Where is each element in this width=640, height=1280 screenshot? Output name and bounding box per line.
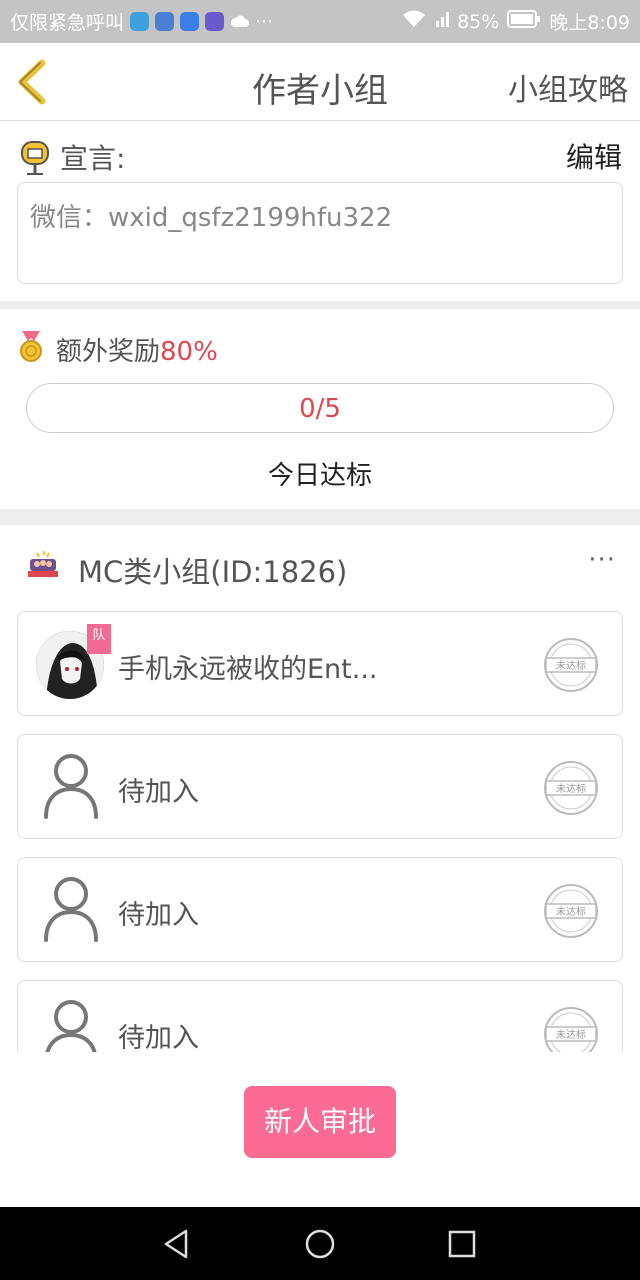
section-divider <box>0 301 640 309</box>
not-qualified-stamp-icon: 未达标 <box>542 636 600 694</box>
shield-icon <box>130 12 150 31</box>
reward-label: 额外奖励80% <box>56 331 218 368</box>
chat-app-icon <box>205 12 225 31</box>
group-guide-link[interactable]: 小组攻略 <box>508 65 628 109</box>
status-bar: 仅限紧急呼叫 ··· 85% 晚上8:09 <box>0 0 640 43</box>
team-icon <box>26 550 60 579</box>
user-placeholder-icon <box>42 999 100 1052</box>
progress-text: 0/5 <box>299 394 341 424</box>
user-placeholder-icon <box>42 753 100 819</box>
back-nav-icon[interactable] <box>160 1227 194 1261</box>
member-card[interactable]: 队 手机永远被收的Ent... 未达标 <box>17 611 623 716</box>
cloud-icon <box>230 12 250 31</box>
captain-badge: 队 <box>87 624 111 654</box>
declaration-label: 宣言: <box>60 142 126 175</box>
group-header: MC类小组(ID:1826) ··· <box>0 525 640 605</box>
section-divider <box>0 509 640 525</box>
reward-progress-bar: 0/5 <box>26 383 614 433</box>
system-nav-bar <box>0 1207 640 1280</box>
no-signal-icon <box>435 9 450 34</box>
stamp-label: 未达标 <box>556 660 586 672</box>
today-target-label: 今日达标 <box>267 461 372 491</box>
battery-percent: 85% <box>457 10 500 33</box>
status-right: 85% 晚上8:09 <box>401 8 630 35</box>
member-card[interactable]: 待加入 未达标 <box>17 734 623 839</box>
carrier-text: 仅限紧急呼叫 <box>10 12 125 34</box>
signal-app-icon <box>155 12 175 31</box>
battery-icon <box>507 10 541 33</box>
declaration-section: 宣言: 编辑 微信：wxid_qsfz2199hfu322 <box>0 122 640 302</box>
member-card[interactable]: 待加入 未达标 <box>17 857 623 962</box>
reward-label-text: 额外奖励 <box>56 337 161 367</box>
not-qualified-stamp-icon: 未达标 <box>542 759 600 817</box>
user-placeholder-icon <box>42 876 100 942</box>
status-left: 仅限紧急呼叫 ··· <box>10 8 273 35</box>
new-member-approval-button[interactable]: 新人审批 <box>244 1086 396 1158</box>
stamp-label: 未达标 <box>556 1029 586 1041</box>
app-header: 作者小组 小组攻略 <box>0 43 640 121</box>
member-name: 待加入 <box>118 900 199 931</box>
mailbox-icon <box>20 140 50 176</box>
group-name: MC类小组(ID:1826) <box>78 555 348 589</box>
member-name: 待加入 <box>118 777 199 808</box>
stamp-label: 未达标 <box>556 783 586 795</box>
member-list: 队 手机永远被收的Ent... 未达标 待加入 未达标 待加入 未达标 待加入 … <box>0 605 640 1052</box>
clock: 晚上8:09 <box>549 12 630 34</box>
wifi-icon <box>401 9 427 34</box>
member-name: 手机永远被收的Ent... <box>118 654 378 685</box>
not-qualified-stamp-icon: 未达标 <box>542 1005 600 1052</box>
not-qualified-stamp-icon: 未达标 <box>542 882 600 940</box>
stamp-label: 未达标 <box>556 906 586 918</box>
reward-percent: 80% <box>160 337 218 367</box>
paw-icon <box>180 12 200 31</box>
medal-icon <box>18 329 44 363</box>
edit-button[interactable]: 编辑 <box>566 136 622 176</box>
member-card[interactable]: 待加入 未达标 <box>17 980 623 1052</box>
more-options-button[interactable]: ··· <box>588 545 616 575</box>
home-nav-icon[interactable] <box>303 1227 337 1261</box>
recent-apps-nav-icon[interactable] <box>445 1227 479 1261</box>
member-name: 待加入 <box>118 1023 199 1052</box>
more-notifications-icon: ··· <box>255 10 274 33</box>
declaration-text[interactable]: 微信：wxid_qsfz2199hfu322 <box>17 182 623 284</box>
reward-section: 额外奖励80% 0/5 今日达标 <box>0 309 640 509</box>
